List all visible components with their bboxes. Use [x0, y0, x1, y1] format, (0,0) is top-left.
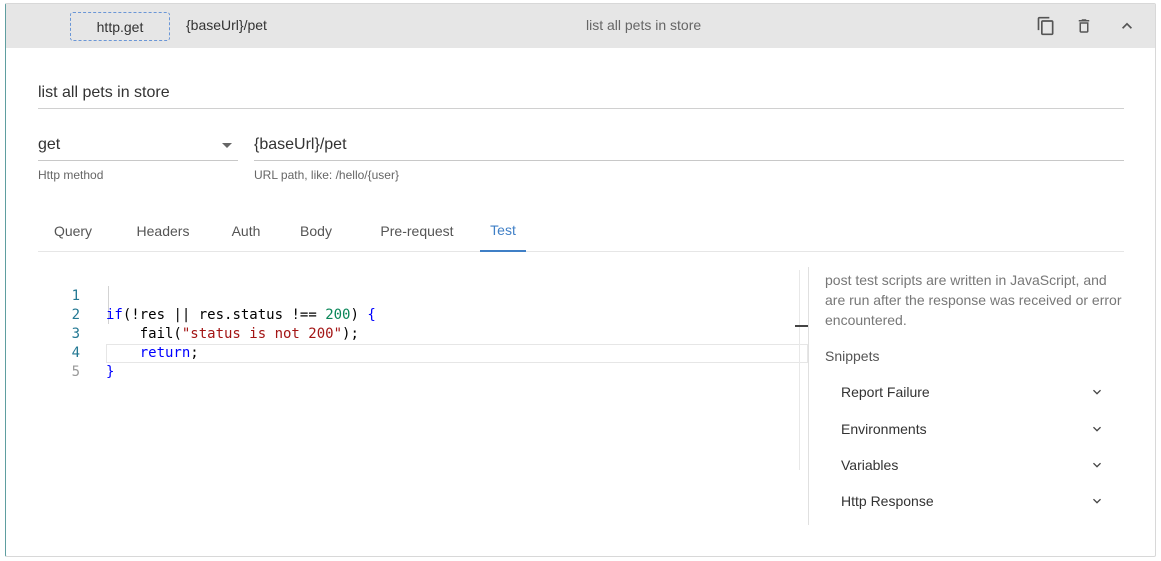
chevron-down-icon — [1093, 498, 1101, 504]
code-editor[interactable]: 1 if(!res || res.status !== 200) { 2 fai… — [38, 267, 808, 472]
method-badge[interactable]: http.get — [70, 12, 170, 41]
header-description: list all pets in store — [586, 17, 702, 33]
url-path-hint: URL path, like: /hello/{user} — [254, 168, 399, 182]
code-line: 3 return; — [38, 306, 808, 361]
copy-icon[interactable] — [1034, 14, 1058, 38]
code-line: 5 — [38, 344, 808, 380]
snippet-variables[interactable]: Variables — [841, 453, 1107, 477]
code-line: 1 if(!res || res.status !== 200) { — [38, 268, 808, 323]
snippet-report-failure[interactable]: Report Failure — [841, 380, 1107, 404]
snippets-title: Snippets — [825, 348, 880, 364]
snippet-label: Variables — [841, 457, 899, 473]
code-line: 2 fail("status is not 200"); — [38, 287, 808, 342]
snippets-sidebar: post test scripts are written in JavaScr… — [808, 267, 1128, 525]
chevron-down-icon — [1093, 389, 1101, 395]
snippet-label: Report Failure — [841, 384, 930, 400]
request-tabs: Query Headers Auth Body Pre-request Test — [38, 209, 1124, 252]
dropdown-arrow-icon — [222, 143, 232, 148]
tab-auth[interactable]: Auth — [214, 209, 278, 252]
snippet-label: Http Response — [841, 493, 934, 509]
http-method-select[interactable]: get — [38, 134, 238, 161]
http-method-hint: Http method — [38, 168, 104, 182]
snippet-environments[interactable]: Environments — [841, 417, 1107, 441]
description-input[interactable]: list all pets in store — [38, 82, 1124, 109]
delete-icon[interactable] — [1072, 14, 1096, 38]
test-help-text: post test scripts are written in JavaScr… — [825, 272, 1122, 328]
chevron-down-icon — [1093, 462, 1101, 468]
editor-scrollbar[interactable] — [799, 270, 800, 470]
line-number: 5 — [71, 364, 80, 380]
url-path-input[interactable]: {baseUrl}/pet — [254, 134, 1124, 161]
snippet-http-response[interactable]: Http Response — [841, 489, 1107, 513]
scrollbar-cursor-marker — [795, 325, 809, 327]
tab-query[interactable]: Query — [38, 209, 108, 252]
tab-test[interactable]: Test — [480, 209, 526, 252]
header-path: {baseUrl}/pet — [186, 17, 267, 33]
chevron-down-icon — [1093, 426, 1101, 432]
request-panel: http.get {baseUrl}/pet list all pets in … — [5, 3, 1156, 557]
code-text: } — [106, 364, 115, 380]
tab-pre-request[interactable]: Pre-request — [362, 209, 472, 252]
snippet-label: Environments — [841, 421, 927, 437]
tab-headers[interactable]: Headers — [118, 209, 208, 252]
tab-body[interactable]: Body — [284, 209, 348, 252]
request-header[interactable]: http.get {baseUrl}/pet list all pets in … — [6, 4, 1155, 48]
code-line: 4 } — [38, 325, 808, 380]
http-method-value: get — [38, 136, 61, 153]
chevron-up-icon[interactable] — [1115, 14, 1139, 38]
